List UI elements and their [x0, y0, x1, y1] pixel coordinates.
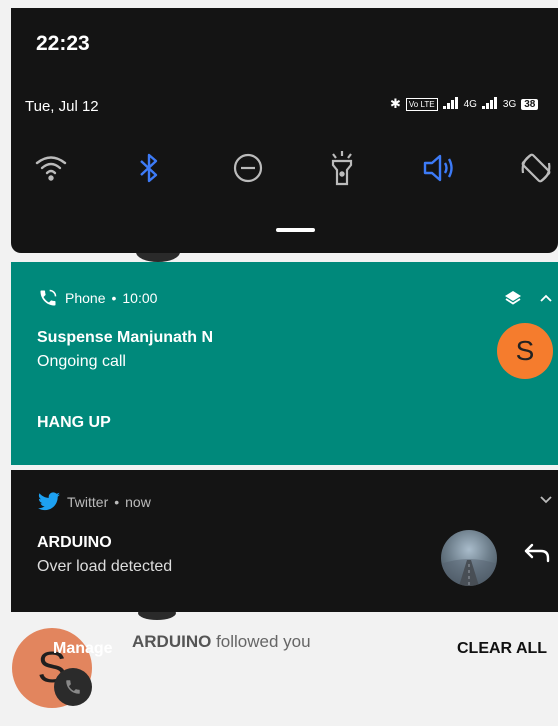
caller-avatar: S — [497, 323, 553, 379]
auto-rotate-icon — [521, 153, 551, 183]
bluetooth-status-icon: ✱ — [390, 96, 401, 111]
bluetooth-icon — [140, 153, 158, 183]
date: Tue, Jul 12 — [25, 98, 99, 115]
twitter-message: Over load detected — [37, 558, 173, 575]
flashlight-icon — [331, 151, 353, 186]
reply-icon[interactable] — [523, 542, 551, 569]
bluetooth-toggle[interactable] — [129, 148, 169, 188]
layers-icon[interactable] — [504, 290, 522, 306]
quick-settings-panel — [11, 8, 558, 253]
battery-icon: 38 — [521, 98, 539, 110]
twitter-notification-header: Twitter • now — [37, 492, 151, 512]
twitter-app-name: Twitter — [67, 494, 109, 510]
signal-icon — [481, 96, 498, 112]
signal-icon — [442, 96, 459, 112]
do-not-disturb-icon — [233, 153, 263, 183]
hang-up-button[interactable]: HANG UP — [37, 414, 111, 432]
caller-name: Suspense Manjunath N — [37, 329, 214, 346]
clock: 22:23 — [36, 32, 90, 55]
phone-notification-time: 10:00 — [122, 290, 158, 306]
chevron-down-icon[interactable] — [540, 496, 552, 504]
auto-rotate-toggle[interactable] — [516, 148, 556, 188]
drag-handle[interactable] — [276, 228, 315, 232]
flashlight-toggle[interactable] — [322, 148, 362, 188]
sound-toggle[interactable] — [420, 148, 460, 188]
clear-all-button[interactable]: CLEAR ALL — [457, 640, 547, 658]
status-icons: ✱ Vo LTE 4G 3G 38 — [390, 96, 539, 112]
background-notification-text: ARDUINO followed you — [132, 632, 311, 652]
phone-notification-controls — [504, 290, 552, 306]
sound-icon — [423, 154, 453, 182]
background-sender: ARDUINO — [132, 632, 212, 651]
twitter-icon — [38, 492, 60, 511]
phone-notification[interactable]: Phone • 10:00 Suspense Manjunath N Ongoi… — [11, 262, 558, 465]
network-type-4g: 4G — [463, 98, 477, 110]
wifi-icon — [35, 156, 67, 181]
background-text: followed you — [216, 632, 311, 651]
phone-notification-header: Phone • 10:00 — [37, 288, 157, 308]
twitter-notification-time: now — [125, 494, 151, 510]
twitter-notification-controls — [540, 496, 552, 504]
network-type-3g: 3G — [502, 98, 517, 110]
phone-app-name: Phone — [65, 290, 106, 306]
manage-button[interactable]: Manage — [53, 640, 113, 658]
phone-badge-icon — [54, 668, 92, 706]
caller-avatar-letter: S — [515, 335, 535, 366]
twitter-sender: ARDUINO — [37, 534, 112, 551]
call-status: Ongoing call — [37, 353, 126, 370]
dnd-toggle[interactable] — [228, 148, 268, 188]
chevron-up-icon[interactable] — [540, 294, 552, 302]
sender-profile-image — [441, 530, 497, 586]
twitter-notification[interactable]: Twitter • now ARDUINO Over load detected — [11, 470, 558, 612]
phone-call-icon — [40, 289, 57, 306]
separator-dot: • — [111, 290, 117, 306]
separator-dot: • — [114, 494, 120, 510]
wifi-toggle[interactable] — [31, 148, 71, 188]
volte-icon: Vo LTE — [405, 97, 438, 111]
